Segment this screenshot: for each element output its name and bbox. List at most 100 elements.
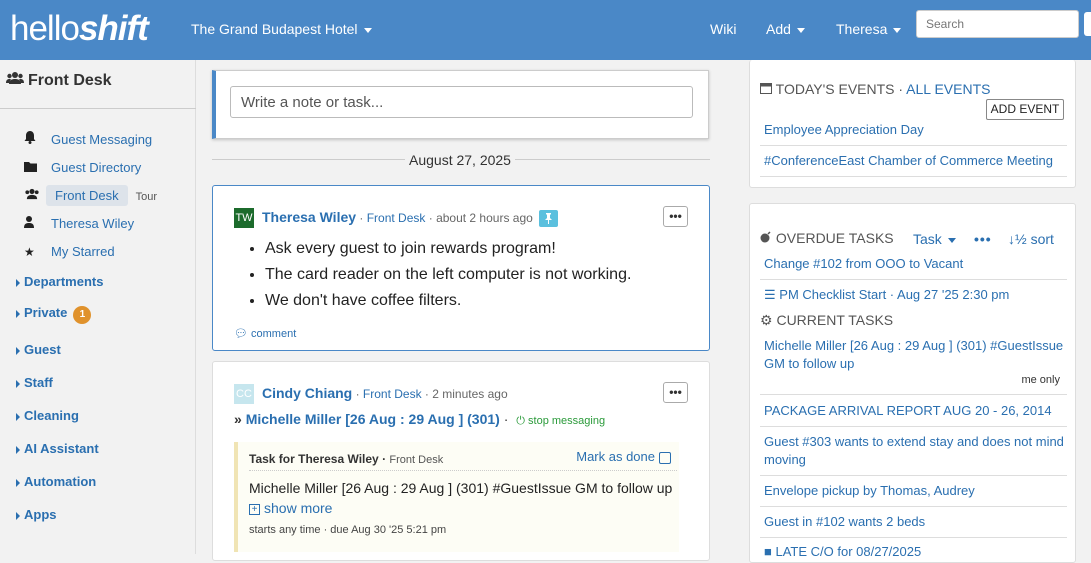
sidebar-item-front-desk[interactable]: Front Desk Tour (24, 185, 157, 207)
divider (760, 145, 1067, 146)
divider (760, 176, 1067, 177)
sidebar-group-ai-assistant[interactable]: AI Assistant (16, 441, 99, 456)
sort-icon: ↓½ (1008, 231, 1027, 247)
more-options-icon[interactable]: ••• (974, 231, 992, 247)
sidebar-group-automation[interactable]: Automation (16, 474, 96, 489)
list-icon: ☰ (764, 287, 776, 302)
user-dropdown[interactable]: Theresa (836, 20, 902, 38)
avatar[interactable]: CC (234, 384, 254, 404)
sidebar-item-guest-directory[interactable]: Guest Directory (24, 157, 141, 179)
post-author[interactable]: Cindy Chiang (262, 385, 352, 401)
sidebar-group-departments[interactable]: Departments (16, 274, 103, 289)
calendar-icon (760, 81, 772, 97)
show-more-link[interactable]: + show more (249, 500, 332, 516)
users-icon (24, 185, 42, 207)
post-menu-button[interactable]: ••• (663, 382, 688, 403)
post-menu-button[interactable]: ••• (663, 206, 688, 227)
star-icon: ★ (24, 245, 35, 259)
post-card: CC Cindy Chiang · Front Desk · 2 minutes… (212, 361, 710, 561)
chevron-down-icon (947, 237, 956, 243)
divider (0, 108, 196, 109)
post-time: about 2 hours ago (436, 211, 533, 225)
bomb-icon (760, 230, 772, 246)
event-item[interactable]: #ConferenceEast Chamber of Commerce Meet… (764, 152, 1053, 170)
all-events-link[interactable]: ALL EVENTS (906, 81, 990, 97)
sort-button[interactable]: ↓½ sort (1008, 231, 1054, 247)
overdue-task-item[interactable]: ☰ PM Checklist Start · Aug 27 '25 2:30 p… (764, 286, 1009, 304)
caret-right-icon (16, 278, 20, 287)
note-input[interactable] (230, 86, 693, 118)
post-author[interactable]: Theresa Wiley (262, 209, 356, 225)
tour-link[interactable]: Tour (136, 191, 157, 203)
sidebar-item-theresa-wiley[interactable]: Theresa Wiley (24, 213, 134, 235)
folder-icon (24, 157, 42, 179)
post-location[interactable]: Front Desk (367, 211, 426, 225)
sidebar: Front Desk Guest Messaging Guest Directo… (0, 60, 196, 554)
task-block: Task for Theresa Wiley · Front Desk Mark… (234, 442, 679, 552)
checkbox-icon (659, 451, 671, 464)
hotel-dropdown[interactable]: The Grand Budapest Hotel (191, 20, 372, 38)
overdue-task-item[interactable]: Change #102 from OOO to Vacant (764, 255, 963, 273)
sidebar-item-my-starred[interactable]: ★ My Starred (24, 241, 115, 263)
top-navbar: helloshift The Grand Budapest Hotel Wiki… (0, 0, 1091, 60)
current-task-item[interactable]: Guest in #102 wants 2 beds (764, 513, 925, 531)
divider (760, 475, 1067, 476)
users-icon (6, 72, 24, 89)
guest-link[interactable]: Michelle Miller [26 Aug : 29 Aug ] (301) (246, 411, 500, 427)
tasks-panel: OVERDUE TASKS Task ••• ↓½ sort Change #1… (749, 203, 1076, 563)
comment-link[interactable]: 💬︎ comment (234, 327, 296, 340)
count-badge: 1 (73, 306, 92, 324)
visibility-label: me only (1021, 374, 1060, 386)
task-title: Task for Theresa Wiley · Front Desk (249, 452, 444, 466)
sidebar-title: Front Desk (6, 71, 112, 90)
caret-right-icon (16, 379, 20, 388)
caret-right-icon (16, 309, 20, 318)
folder-icon: ■ (764, 544, 772, 559)
gear-icon[interactable] (1084, 12, 1091, 36)
add-event-button[interactable]: ADD EVENT (986, 99, 1064, 120)
add-dropdown[interactable]: Add (766, 20, 805, 38)
current-header: ⚙︎ CURRENT TASKS (760, 312, 894, 328)
mark-done-checkbox[interactable]: Mark as done (576, 449, 671, 464)
sidebar-group-private[interactable]: Private 1 (16, 305, 92, 324)
bell-icon (24, 129, 42, 151)
chevron-down-icon (363, 27, 372, 33)
pin-icon[interactable] (539, 210, 559, 228)
divider (760, 279, 1067, 280)
list-item: We don't have coffee filters. (265, 292, 631, 310)
post-location[interactable]: Front Desk (363, 387, 422, 401)
caret-right-icon (16, 412, 20, 421)
post-body: Ask every guest to join rewards program!… (265, 240, 631, 318)
divider (760, 394, 1067, 395)
sidebar-group-apps[interactable]: Apps (16, 507, 57, 522)
wiki-link[interactable]: Wiki (710, 20, 736, 38)
sidebar-group-cleaning[interactable]: Cleaning (16, 408, 79, 423)
feed-date: August 27, 2025 (405, 152, 515, 168)
stop-messaging-link[interactable]: ⏻ stop messaging (516, 415, 605, 427)
feed: August 27, 2025 TW Theresa Wiley · Front… (212, 60, 710, 561)
post-header: Cindy Chiang · Front Desk · 2 minutes ag… (262, 385, 508, 401)
avatar[interactable]: TW (234, 208, 254, 228)
chevron-down-icon (796, 27, 805, 33)
task-filter-dropdown[interactable]: Task (913, 231, 956, 247)
current-task-item[interactable]: PACKAGE ARRIVAL REPORT AUG 20 - 26, 2014 (764, 402, 1052, 420)
caret-right-icon (16, 511, 20, 520)
sidebar-item-guest-messaging[interactable]: Guest Messaging (24, 129, 152, 151)
current-task-item[interactable]: Guest #303 wants to extend stay and does… (764, 433, 1064, 469)
event-item[interactable]: Employee Appreciation Day (764, 121, 924, 139)
events-panel: TODAY'S EVENTS · ALL EVENTS ADD EVENT Em… (749, 60, 1076, 188)
search-input[interactable] (916, 10, 1079, 38)
post-card: TW Theresa Wiley · Front Desk · about 2 … (212, 185, 710, 351)
divider (760, 506, 1067, 507)
task-meta: starts any time · due Aug 30 '25 5:21 pm (249, 524, 447, 536)
sidebar-group-staff[interactable]: Staff (16, 375, 53, 390)
sidebar-group-guest[interactable]: Guest (16, 342, 61, 357)
current-task-item[interactable]: ■ LATE C/O for 08/27/2025 (764, 543, 921, 561)
helloshift-logo[interactable]: helloshift (10, 9, 149, 49)
divider (760, 537, 1067, 538)
plus-square-icon: + (249, 503, 260, 515)
current-task-item[interactable]: Michelle Miller [26 Aug : 29 Aug ] (301)… (764, 337, 1064, 373)
current-task-item[interactable]: Envelope pickup by Thomas, Audrey (764, 482, 975, 500)
list-item: The card reader on the left computer is … (265, 266, 631, 284)
task-body: Michelle Miller [26 Aug : 29 Aug ] (301)… (249, 480, 673, 496)
